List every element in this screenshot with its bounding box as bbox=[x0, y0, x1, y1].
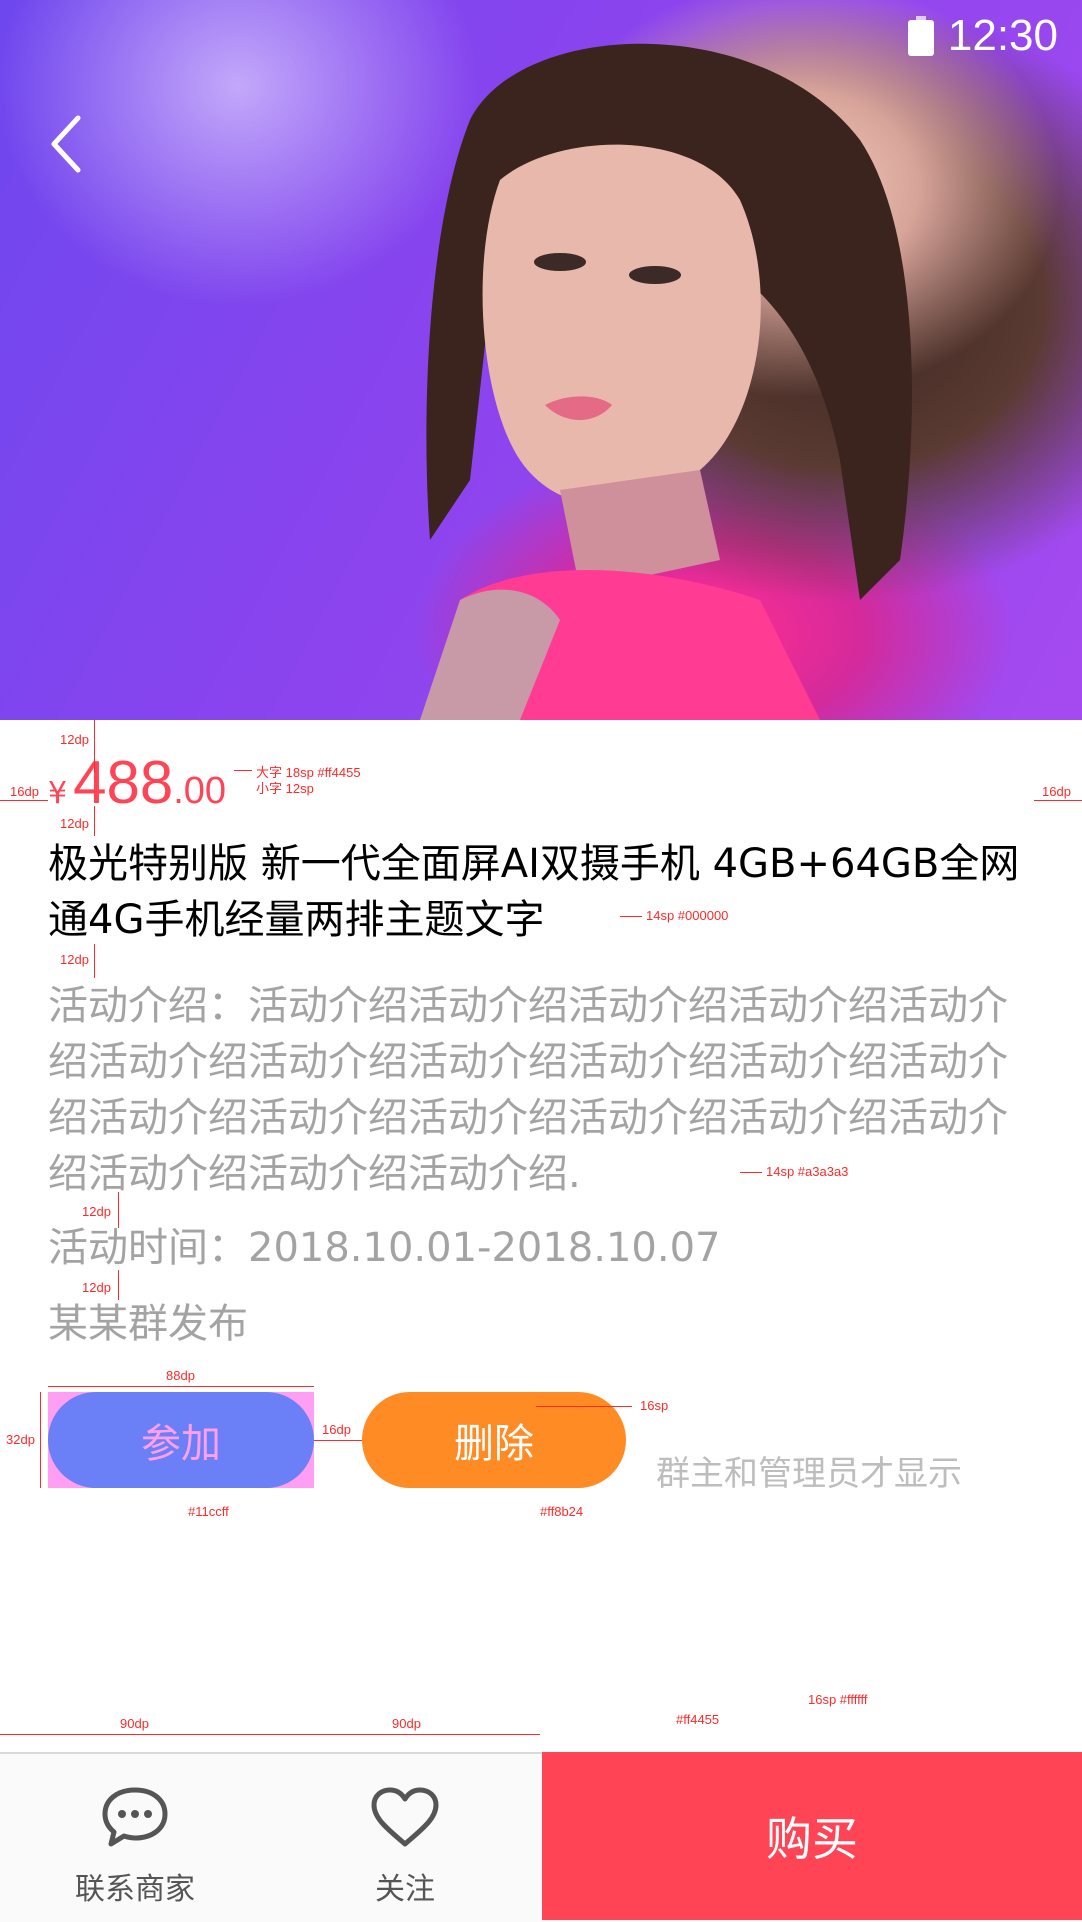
buy-color-annotation: #ff4455 bbox=[676, 1712, 720, 1727]
contact-merchant-tab[interactable]: 联系商家 bbox=[0, 1754, 270, 1922]
spacing-guide bbox=[1034, 800, 1082, 801]
status-bar: 12:30 bbox=[907, 11, 1058, 60]
buy-text-annotation: 16sp #ffffff bbox=[808, 1692, 868, 1707]
title-annotation: 14sp #000000 bbox=[646, 908, 729, 923]
spacing-label: 16dp bbox=[10, 784, 39, 799]
spacing-guide bbox=[0, 800, 48, 801]
contact-merchant-label: 联系商家 bbox=[75, 1872, 195, 1907]
spacing-label: 12dp bbox=[82, 1280, 111, 1295]
battery-icon bbox=[907, 16, 934, 56]
spacing-guide bbox=[94, 944, 95, 978]
chevron-left-icon bbox=[51, 115, 81, 173]
annotation-leader bbox=[536, 1406, 632, 1407]
product-title: 极光特别版 新一代全面屏AI双摄手机 4GB+64GB全网通4G手机经量两排主题… bbox=[48, 841, 1020, 943]
follow-label: 关注 bbox=[375, 1872, 435, 1907]
buy-button[interactable]: 购买 bbox=[542, 1752, 1082, 1920]
status-time: 12:30 bbox=[947, 11, 1058, 60]
spacing-guide bbox=[314, 1440, 362, 1441]
spacing-label: 12dp bbox=[60, 732, 89, 747]
annotation-leader bbox=[620, 916, 642, 917]
annotation-leader bbox=[740, 1172, 762, 1173]
price-annotation-small: 小字 12sp bbox=[256, 781, 314, 796]
back-button[interactable] bbox=[44, 112, 100, 176]
delete-color-annotation: #ff8b24 bbox=[540, 1504, 584, 1519]
price-integer: 488 bbox=[73, 749, 174, 816]
price-decimal: .00 bbox=[173, 770, 227, 812]
chat-bubble-icon bbox=[102, 1787, 168, 1847]
button-width-label: 88dp bbox=[166, 1368, 195, 1383]
spacing-guide bbox=[94, 720, 95, 772]
annotation-leader bbox=[234, 770, 252, 771]
spacing-label: 12dp bbox=[82, 1204, 111, 1219]
publisher: 某某群发布 bbox=[48, 1301, 248, 1347]
spacing-label: 16dp bbox=[322, 1422, 351, 1437]
tab-width-label: 90dp bbox=[392, 1716, 421, 1731]
button-text-annotation: 16sp bbox=[640, 1398, 669, 1413]
spacing-guide bbox=[94, 806, 95, 836]
price: ¥ 488 .00 bbox=[48, 748, 226, 817]
product-hero-image bbox=[0, 0, 1082, 720]
heart-icon bbox=[371, 1787, 439, 1847]
dimension-guide bbox=[0, 1734, 540, 1735]
dimension-guide bbox=[40, 1392, 41, 1488]
follow-tab[interactable]: 关注 bbox=[270, 1754, 540, 1922]
description-annotation: 14sp #a3a3a3 bbox=[766, 1164, 849, 1179]
activity-time: 活动时间：2018.10.01-2018.10.07 bbox=[48, 1225, 721, 1271]
portrait-illustration bbox=[420, 43, 912, 720]
button-height-label: 32dp bbox=[6, 1432, 35, 1447]
join-color-annotation: #11ccff bbox=[188, 1504, 229, 1519]
tab-width-label: 90dp bbox=[120, 1716, 149, 1731]
activity-description: 活动介绍：活动介绍活动介绍活动介绍活动介绍活动介绍活动介绍活动介绍活动介绍活动介… bbox=[48, 983, 1008, 1197]
currency-symbol: ¥ bbox=[48, 776, 68, 811]
dimension-guide bbox=[48, 1386, 314, 1387]
spacing-label: 12dp bbox=[60, 816, 89, 831]
admin-only-note: 群主和管理员才显示 bbox=[656, 1454, 962, 1494]
spacing-label: 16dp bbox=[1042, 784, 1071, 799]
spacing-label: 12dp bbox=[60, 952, 89, 967]
join-button[interactable]: 参加 bbox=[48, 1392, 314, 1488]
